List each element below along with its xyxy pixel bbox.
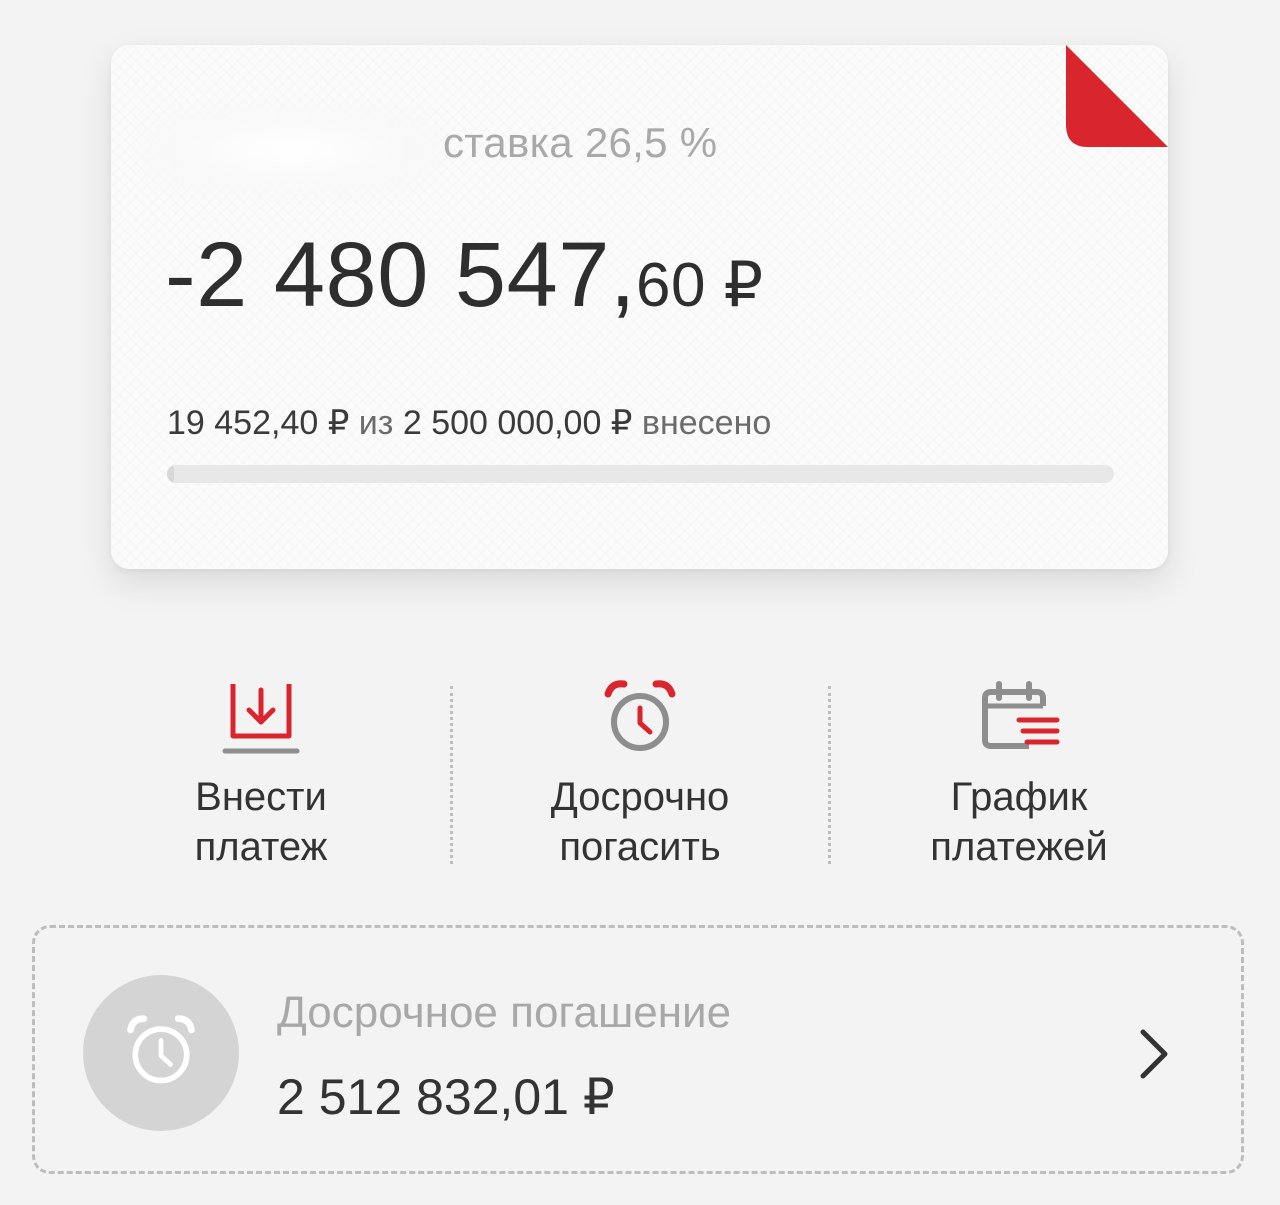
total-amount: 2 500 000,00 ₽ xyxy=(402,404,633,442)
payment-schedule-label: График платежей xyxy=(830,772,1208,872)
payment-schedule-button[interactable]: График платежей xyxy=(830,672,1208,882)
early-repay-label-line2: погасить xyxy=(559,825,721,869)
calendar-list-icon xyxy=(982,681,1060,749)
early-repayment-avatar xyxy=(83,975,239,1131)
paid-amount: 19 452,40 ₽ xyxy=(167,404,350,442)
alarm-clock-icon xyxy=(604,680,676,751)
loan-card[interactable]: ставка 26,5 % -2 480 547,60 ₽ 19 452,40 … xyxy=(111,45,1168,569)
paid-suffix: внесено xyxy=(641,404,772,442)
loan-screen: ставка 26,5 % -2 480 547,60 ₽ 19 452,40 … xyxy=(0,0,1280,1205)
early-repayment-amount: 2 512 832,01 ₽ xyxy=(277,1069,615,1125)
paid-from: из xyxy=(358,404,394,442)
loan-name-blurred xyxy=(141,107,441,193)
make-payment-label-line1: Внести xyxy=(195,775,327,819)
chevron-right-icon[interactable] xyxy=(1135,1026,1175,1082)
early-repayment-title: Досрочное погашение xyxy=(277,988,732,1037)
make-payment-button[interactable]: Внести платеж xyxy=(72,672,450,882)
balance-cents: 60 ₽ xyxy=(635,251,764,320)
balance-main: -2 480 547, xyxy=(165,224,636,326)
payment-schedule-label-line2: платежей xyxy=(930,825,1108,869)
early-repay-button[interactable]: Досрочно погасить xyxy=(451,672,829,882)
corner-fold-icon xyxy=(1066,45,1168,147)
alarm-clock-icon xyxy=(127,1015,195,1084)
quick-actions: Внести платеж Досрочно погасить График п… xyxy=(72,672,1208,882)
interest-rate: ставка 26,5 % xyxy=(443,119,718,166)
early-repay-label-line1: Досрочно xyxy=(550,775,730,819)
make-payment-label-line2: платеж xyxy=(194,825,328,869)
make-payment-label: Внести платеж xyxy=(72,772,450,872)
loan-balance: -2 480 547,60 ₽ xyxy=(165,223,764,328)
early-repay-label: Досрочно погасить xyxy=(451,772,829,872)
repayment-progress-bar xyxy=(167,465,1114,483)
paid-summary: 19 452,40 ₽ из 2 500 000,00 ₽ внесено xyxy=(167,403,771,443)
payment-schedule-label-line1: График xyxy=(950,775,1088,819)
download-tray-icon xyxy=(222,684,300,754)
early-repayment-panel[interactable]: Досрочное погашение 2 512 832,01 ₽ xyxy=(32,925,1244,1174)
